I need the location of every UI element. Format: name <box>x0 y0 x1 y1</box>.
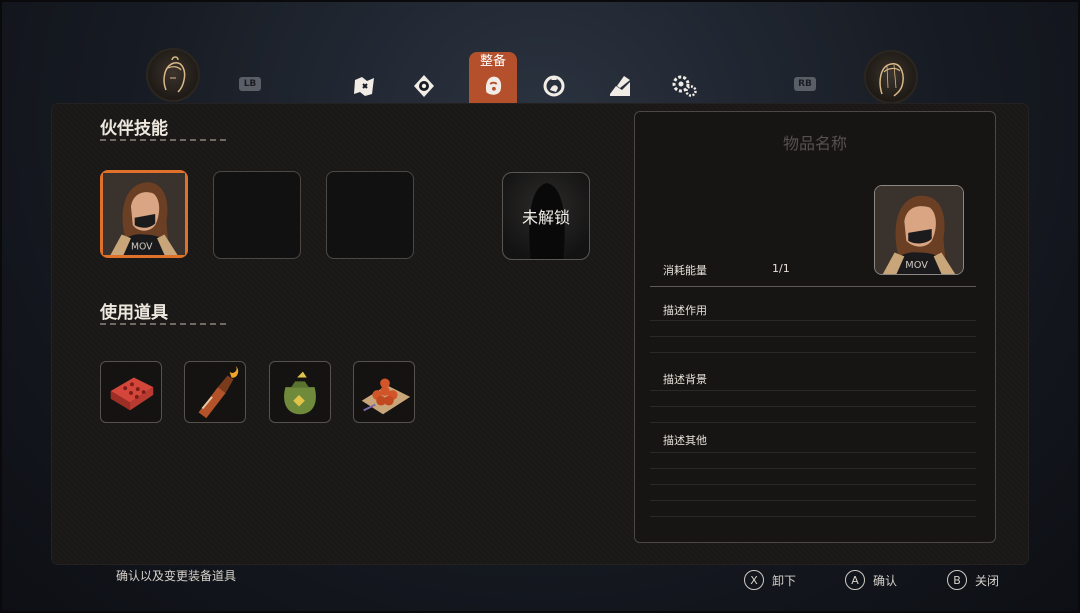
text-line <box>650 406 976 407</box>
companion-slot-3[interactable] <box>326 171 414 259</box>
energy-value: 1/1 <box>772 262 790 275</box>
desc-effect-label: 描述作用 <box>663 304 707 317</box>
detail-divider <box>650 286 976 287</box>
text-line <box>650 452 976 453</box>
settings-gears-icon <box>672 75 697 97</box>
tab-map[interactable] <box>340 66 388 106</box>
item-detail-card: 物品名称 MOV 消耗能量 1/1 描述作用 描述背景 描述其他 <box>634 111 996 543</box>
item-detail-portrait: MOV <box>874 185 964 275</box>
unequip-label: 卸下 <box>772 573 797 588</box>
companion-portrait-icon: MOV <box>875 186 963 274</box>
map-icon <box>354 77 374 96</box>
item-name-title: 物品名称 <box>782 134 847 153</box>
eye-compass-icon <box>414 75 434 97</box>
use-items-title: 使用道具 <box>100 303 168 323</box>
left-character-portrait[interactable] <box>146 48 200 102</box>
tab-settings[interactable] <box>660 66 708 106</box>
rb-button[interactable]: RB <box>794 77 816 91</box>
tab-equip[interactable]: 整备 <box>469 52 517 104</box>
text-line <box>650 516 976 517</box>
desc-other-label: 描述其他 <box>663 434 707 447</box>
text-line <box>650 484 976 485</box>
svg-text:MOV: MOV <box>905 260 928 271</box>
text-line <box>650 500 976 501</box>
a-button-icon: A <box>845 570 865 590</box>
confirm-label: 确认 <box>873 573 898 588</box>
item-slot-molotov[interactable] <box>184 361 246 423</box>
locked-label: 未解锁 <box>521 208 570 227</box>
close-button[interactable]: B 关闭 <box>947 570 999 590</box>
text-line <box>650 352 976 353</box>
item-slot-herb-bag[interactable] <box>269 361 331 423</box>
desc-background-label: 描述背景 <box>663 373 707 386</box>
text-line <box>650 390 976 391</box>
text-line <box>650 468 976 469</box>
right-character-portrait[interactable] <box>864 50 918 104</box>
b-button-icon: B <box>947 570 967 590</box>
close-label: 关闭 <box>975 573 1000 588</box>
footer-hint: 确认以及变更装备道具 <box>116 569 237 583</box>
unequip-button[interactable]: X 卸下 <box>744 570 796 590</box>
fruit-tray-icon <box>361 378 411 415</box>
companion-slot-1[interactable]: MOV <box>100 170 188 258</box>
section-divider <box>100 323 226 325</box>
tab-explore[interactable] <box>400 66 448 106</box>
crafting-icon <box>610 76 630 96</box>
lb-button[interactable]: LB <box>239 77 261 91</box>
text-line <box>650 422 976 423</box>
item-slot-brick[interactable] <box>100 361 162 423</box>
brick-icon <box>110 377 154 411</box>
x-button-icon: X <box>744 570 764 590</box>
character-sketch-icon <box>163 56 186 93</box>
herb-bag-icon <box>284 371 316 415</box>
companion-slot-2[interactable] <box>213 171 301 259</box>
tab-abilities[interactable] <box>530 66 578 106</box>
tab-crafting[interactable] <box>596 66 644 106</box>
molotov-icon <box>198 365 239 419</box>
tab-equip-label: 整备 <box>479 54 506 69</box>
companion-skills-title: 伙伴技能 <box>100 119 168 139</box>
svg-text:MOV: MOV <box>131 241 153 252</box>
confirm-button[interactable]: A 确认 <box>845 570 897 590</box>
section-divider <box>100 139 226 141</box>
text-line <box>650 320 976 321</box>
text-line <box>650 336 976 337</box>
energy-label: 消耗能量 <box>663 264 707 277</box>
companion-face-icon <box>485 76 502 95</box>
character-sketch-icon <box>879 63 904 97</box>
hand-ring-icon <box>543 75 565 97</box>
item-slot-fruit-tray[interactable] <box>353 361 415 423</box>
companion-portrait-icon: MOV <box>103 173 185 255</box>
locked-skill-slot[interactable]: 未解锁 <box>502 172 590 260</box>
